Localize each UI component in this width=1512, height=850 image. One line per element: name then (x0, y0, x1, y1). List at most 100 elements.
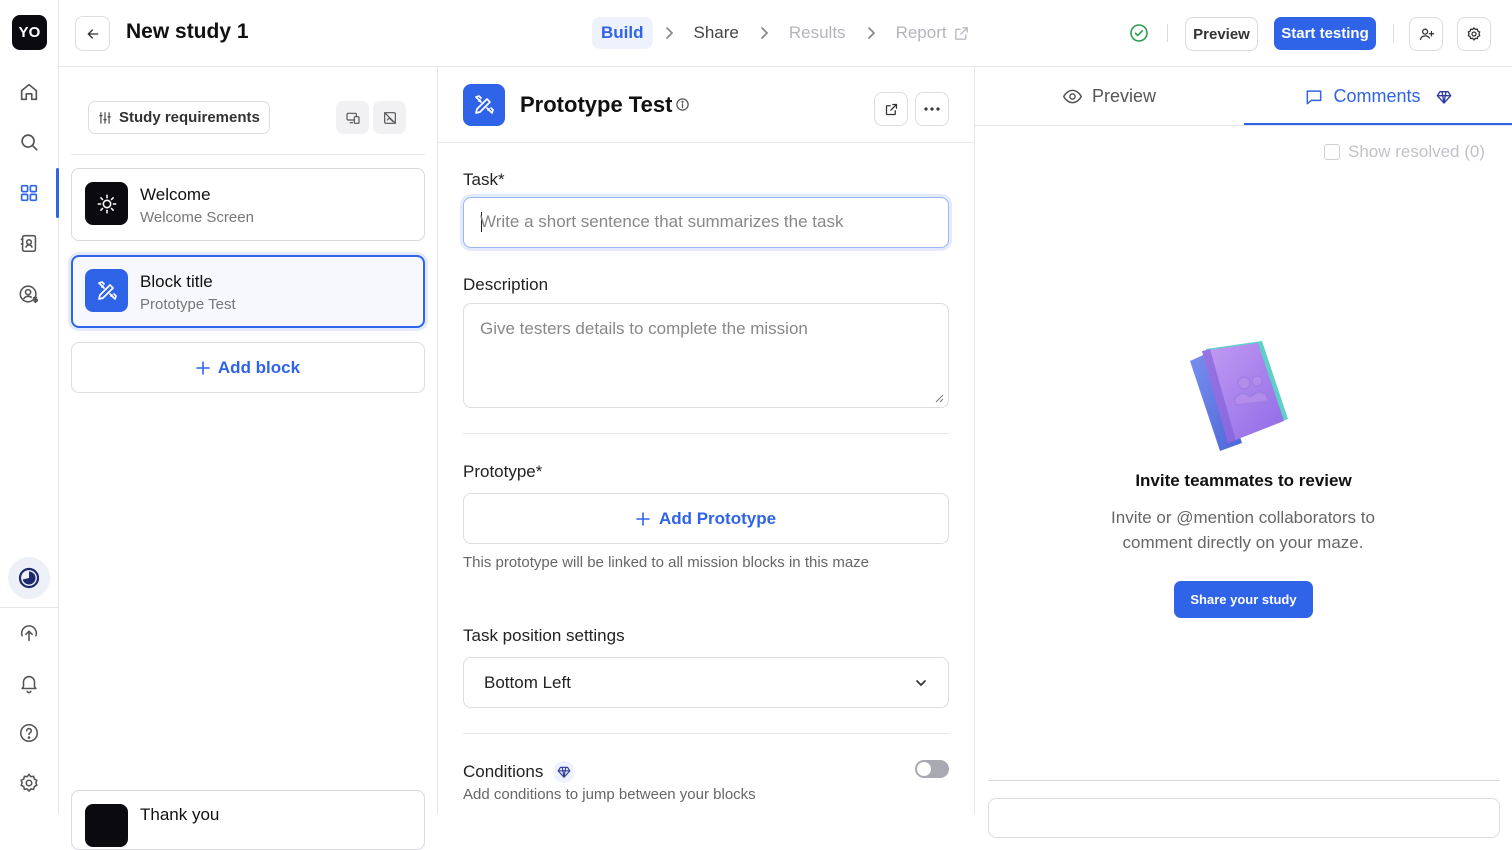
conditions-label: Conditions (463, 762, 544, 781)
study-requirements-label: Study requirements (119, 109, 260, 126)
more-options-button[interactable] (915, 92, 949, 126)
device-preview-button[interactable] (336, 101, 369, 134)
share-study-button[interactable]: Share your study (1174, 581, 1313, 618)
preview-button[interactable]: Preview (1185, 17, 1258, 51)
checkbox-box (1324, 144, 1340, 160)
blocks-panel: Study requirements Welcome Welcome Scree… (59, 67, 438, 850)
block-item-prototype-test[interactable]: Block title Prototype Test (71, 255, 425, 328)
header-divider (1393, 24, 1394, 42)
chevron-right-icon (865, 26, 877, 40)
notebook-illustration (1184, 339, 1304, 451)
task-position-value: Bottom Left (484, 672, 571, 692)
settings-icon[interactable] (17, 771, 41, 795)
block-title: Block title (140, 272, 213, 291)
comment-icon (1307, 89, 1322, 104)
upload-circle-icon[interactable] (17, 621, 41, 645)
sliders-icon (99, 111, 111, 124)
study-settings-button[interactable] (1457, 17, 1491, 51)
step-build-label: Build (601, 23, 644, 42)
more-horizontal-icon (924, 107, 940, 111)
empty-state-description: Invite or @mention collaborators to comm… (1111, 508, 1375, 552)
open-preview-button[interactable] (874, 92, 908, 126)
image-off-icon (383, 111, 396, 124)
contacts-book-icon[interactable] (17, 231, 41, 255)
tab-preview-label: Preview (1091, 86, 1157, 106)
devices-icon (345, 112, 360, 124)
help-icon[interactable] (17, 721, 41, 745)
block-title: Welcome (140, 185, 211, 204)
search-icon[interactable] (17, 130, 41, 154)
active-tab-underline (1244, 123, 1512, 125)
workspace-logo[interactable]: YO (12, 15, 47, 50)
comment-input[interactable] (988, 798, 1500, 838)
add-block-button[interactable]: Add block (71, 342, 425, 393)
show-resolved-label: Show resolved (0) (1348, 142, 1486, 161)
gear-icon (1467, 26, 1481, 41)
toggle-knob (917, 762, 931, 776)
editor-header: Prototype Test (438, 67, 974, 143)
chevron-right-icon (758, 26, 770, 40)
timer-icon[interactable] (8, 557, 50, 599)
info-icon[interactable] (675, 97, 690, 112)
tab-preview[interactable]: Preview (975, 67, 1243, 126)
add-prototype-label: Add Prototype (658, 508, 777, 528)
block-subtitle: Prototype Test (140, 296, 236, 313)
chevron-down-icon (916, 679, 926, 686)
section-divider (463, 733, 949, 734)
block-item-welcome[interactable]: Welcome Welcome Screen (71, 168, 425, 241)
diamond-icon (553, 761, 576, 783)
panel-divider (71, 154, 425, 155)
editor-title: Prototype Test (520, 92, 673, 117)
task-position-select[interactable]: Bottom Left (463, 657, 949, 708)
step-share-label: Share (693, 23, 739, 42)
empty-state-title: Invite teammates to review (1135, 471, 1352, 490)
description-textarea[interactable]: Give testers details to complete the mis… (463, 303, 949, 408)
block-subtitle: Welcome Screen (140, 209, 254, 226)
description-label: Description (463, 275, 549, 294)
home-icon[interactable] (17, 80, 41, 104)
study-requirements-button[interactable]: Study requirements (88, 101, 270, 134)
left-rail: YO (0, 0, 59, 814)
chevron-right-icon (663, 26, 675, 40)
bell-icon[interactable] (17, 671, 41, 695)
section-divider (463, 433, 949, 434)
task-input[interactable]: Write a short sentence that summarizes t… (463, 197, 949, 248)
task-label: Task* (463, 170, 505, 189)
grid-icon[interactable] (17, 181, 41, 205)
tab-comments[interactable]: Comments (1244, 67, 1512, 126)
tab-comments-label: Comments (1333, 86, 1421, 106)
conditions-header: Conditions (463, 761, 576, 783)
step-results[interactable]: Results (780, 17, 855, 49)
task-placeholder: Write a short sentence that summarizes t… (480, 212, 844, 231)
resize-handle-icon[interactable] (935, 394, 944, 403)
block-editor: Prototype Test Task* Write a short sente… (438, 67, 975, 814)
comment-divider (988, 780, 1500, 781)
step-report[interactable]: Report (887, 17, 979, 49)
thank-you-icon (85, 804, 128, 847)
hide-images-button[interactable] (373, 101, 406, 134)
prototype-help-text: This prototype will be linked to all mis… (463, 554, 870, 571)
right-panel-tabs: Preview Comments (975, 67, 1512, 126)
add-prototype-button[interactable]: Add Prototype (463, 493, 949, 544)
user-dollar-icon[interactable] (17, 282, 41, 306)
sun-icon (85, 182, 128, 225)
task-position-label: Task position settings (463, 626, 625, 645)
conditions-help-text: Add conditions to jump between your bloc… (463, 786, 756, 803)
study-title[interactable]: New study 1 (126, 20, 249, 44)
show-resolved-checkbox[interactable]: Show resolved (0) (1324, 142, 1485, 162)
start-testing-button[interactable]: Start testing (1274, 17, 1376, 50)
back-button[interactable] (75, 16, 110, 51)
pencil-ruler-icon (463, 84, 505, 126)
external-link-icon (885, 103, 897, 115)
invite-user-button[interactable] (1409, 17, 1443, 51)
step-share[interactable]: Share (685, 17, 748, 49)
prototype-label: Prototype* (463, 462, 543, 481)
description-placeholder: Give testers details to complete the mis… (480, 319, 808, 338)
study-steps-nav: Build Share Results Report (592, 16, 979, 50)
plus-icon (196, 360, 210, 375)
block-item-thank-you[interactable]: Thank you (71, 790, 425, 850)
step-build[interactable]: Build (592, 17, 653, 49)
conditions-toggle[interactable] (915, 760, 949, 778)
step-report-label: Report (895, 23, 947, 42)
plus-icon (636, 511, 650, 526)
